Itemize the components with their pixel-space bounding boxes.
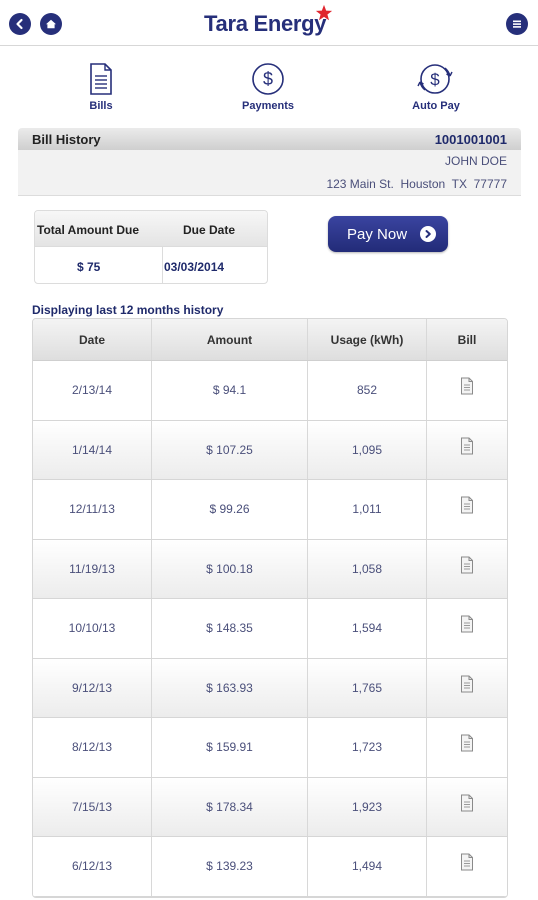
amount-due-panel: Total Amount Due Due Date $ 75 03/03/201…	[34, 210, 268, 284]
home-icon	[46, 19, 56, 29]
cell-amount: $ 94.1	[152, 361, 308, 420]
view-bill-document-icon[interactable]	[427, 421, 507, 480]
nav-label-payments: Payments	[242, 100, 294, 112]
cell-usage: 1,723	[308, 718, 427, 777]
cell-date: 8/12/13	[33, 718, 152, 777]
back-arrow-icon	[16, 18, 23, 30]
cell-usage: 1,765	[308, 658, 427, 717]
nav-item-auto-pay[interactable]: $ Auto Pay	[391, 62, 481, 112]
section-nav: Bills $ Payments $ Auto Pay	[0, 62, 538, 122]
table-header: Date Amount Usage (kWh) Bill	[33, 319, 507, 361]
home-button[interactable]	[40, 13, 62, 35]
column-header-amount: Amount	[152, 319, 308, 360]
nav-label-bills: Bills	[89, 100, 113, 112]
top-bar: Tara Energy	[0, 0, 538, 46]
column-header-date: Date	[33, 319, 152, 360]
cell-date: 9/12/13	[33, 658, 152, 717]
table-row: 12/11/13 $ 99.26 1,011	[33, 480, 507, 540]
view-bill-document-icon[interactable]	[427, 361, 507, 420]
cell-amount: $ 99.26	[152, 480, 308, 539]
divider	[162, 247, 163, 284]
view-bill-document-icon[interactable]	[427, 718, 507, 777]
account-number: 1001001001	[434, 132, 507, 147]
customer-info: JOHN DOE 123 Main St. Houston TX 77777	[18, 150, 521, 196]
cell-amount: $ 148.35	[152, 599, 308, 658]
cell-amount: $ 139.23	[152, 837, 308, 896]
cell-date: 10/10/13	[33, 599, 152, 658]
cell-usage: 1,011	[308, 480, 427, 539]
star-icon	[315, 4, 333, 21]
cell-date: 6/12/13	[33, 837, 152, 896]
amount-due-header: Total Amount Due Due Date	[35, 211, 267, 247]
cell-amount: $ 100.18	[152, 539, 308, 598]
menu-button[interactable]	[506, 13, 528, 35]
table-row: 7/15/13 $ 178.34 1,923	[33, 777, 507, 837]
pay-now-button[interactable]: Pay Now	[328, 216, 448, 252]
view-bill-document-icon[interactable]	[427, 778, 507, 837]
bills-document-icon	[90, 63, 112, 95]
total-amount-due-value: $ 75	[77, 260, 101, 274]
cell-usage: 1,923	[308, 777, 427, 836]
payments-dollar-icon: $	[252, 63, 284, 95]
cell-usage: 1,494	[308, 837, 427, 896]
cell-usage: 852	[308, 361, 427, 420]
column-header-usage: Usage (kWh)	[308, 319, 427, 360]
auto-pay-icon: $	[417, 64, 453, 94]
nav-item-bills[interactable]: Bills	[56, 62, 146, 112]
svg-text:$: $	[430, 70, 440, 89]
cell-date: 11/19/13	[33, 539, 152, 598]
customer-name: JOHN DOE	[444, 154, 507, 168]
view-bill-document-icon[interactable]	[427, 480, 507, 539]
table-row: 8/12/13 $ 159.91 1,723	[33, 718, 507, 778]
table-row: 2/13/14 $ 94.1 852	[33, 361, 507, 421]
pay-now-label: Pay Now	[347, 225, 408, 243]
due-date-value: 03/03/2014	[164, 260, 225, 274]
customer-address: 123 Main St. Houston TX 77777	[326, 177, 507, 191]
cell-amount: $ 163.93	[152, 658, 308, 717]
bill-history-title: Bill History	[32, 132, 101, 147]
table-row: 11/19/13 $ 100.18 1,058	[33, 539, 507, 599]
bill-history-header: Bill History 1001001001	[18, 128, 521, 150]
cell-usage: 1,095	[308, 420, 427, 479]
view-bill-document-icon[interactable]	[427, 837, 507, 896]
menu-icon	[513, 20, 521, 28]
total-amount-due-label: Total Amount Due	[37, 223, 139, 237]
bill-history-table: Date Amount Usage (kWh) Bill 2/13/14 $ 94…	[32, 318, 508, 898]
svg-text:$: $	[263, 69, 273, 89]
nav-label-auto-pay: Auto Pay	[412, 100, 460, 112]
history-note: Displaying last 12 months history	[32, 303, 224, 317]
cell-date: 12/11/13	[33, 480, 152, 539]
view-bill-document-icon[interactable]	[427, 659, 507, 718]
view-bill-document-icon[interactable]	[427, 599, 507, 658]
tara-energy-logo: Tara Energy	[204, 4, 334, 39]
nav-item-payments[interactable]: $ Payments	[223, 62, 313, 112]
view-bill-document-icon[interactable]	[427, 540, 507, 599]
logo-text: Tara Energy	[204, 11, 327, 36]
column-header-bill: Bill	[457, 332, 477, 347]
table-row: 10/10/13 $ 148.35 1,594	[33, 599, 507, 659]
cell-date: 1/14/14	[33, 420, 152, 479]
cell-amount: $ 178.34	[152, 777, 308, 836]
table-row: 1/14/14 $ 107.25 1,095	[33, 420, 507, 480]
table-row: 6/12/13 $ 139.23 1,494	[33, 837, 507, 897]
cell-amount: $ 107.25	[152, 420, 308, 479]
table-row: 9/12/13 $ 163.93 1,765	[33, 658, 507, 718]
due-date-label: Due Date	[183, 223, 236, 237]
cell-amount: $ 159.91	[152, 718, 308, 777]
cell-date: 2/13/14	[33, 361, 152, 420]
back-button[interactable]	[9, 13, 31, 35]
cell-usage: 1,058	[308, 539, 427, 598]
cell-date: 7/15/13	[33, 777, 152, 836]
table-body: 2/13/14 $ 94.1 852 1/14/14 $ 107.25 1,095 12/1…	[33, 361, 507, 897]
chevron-right-icon	[420, 226, 436, 242]
cell-usage: 1,594	[308, 599, 427, 658]
